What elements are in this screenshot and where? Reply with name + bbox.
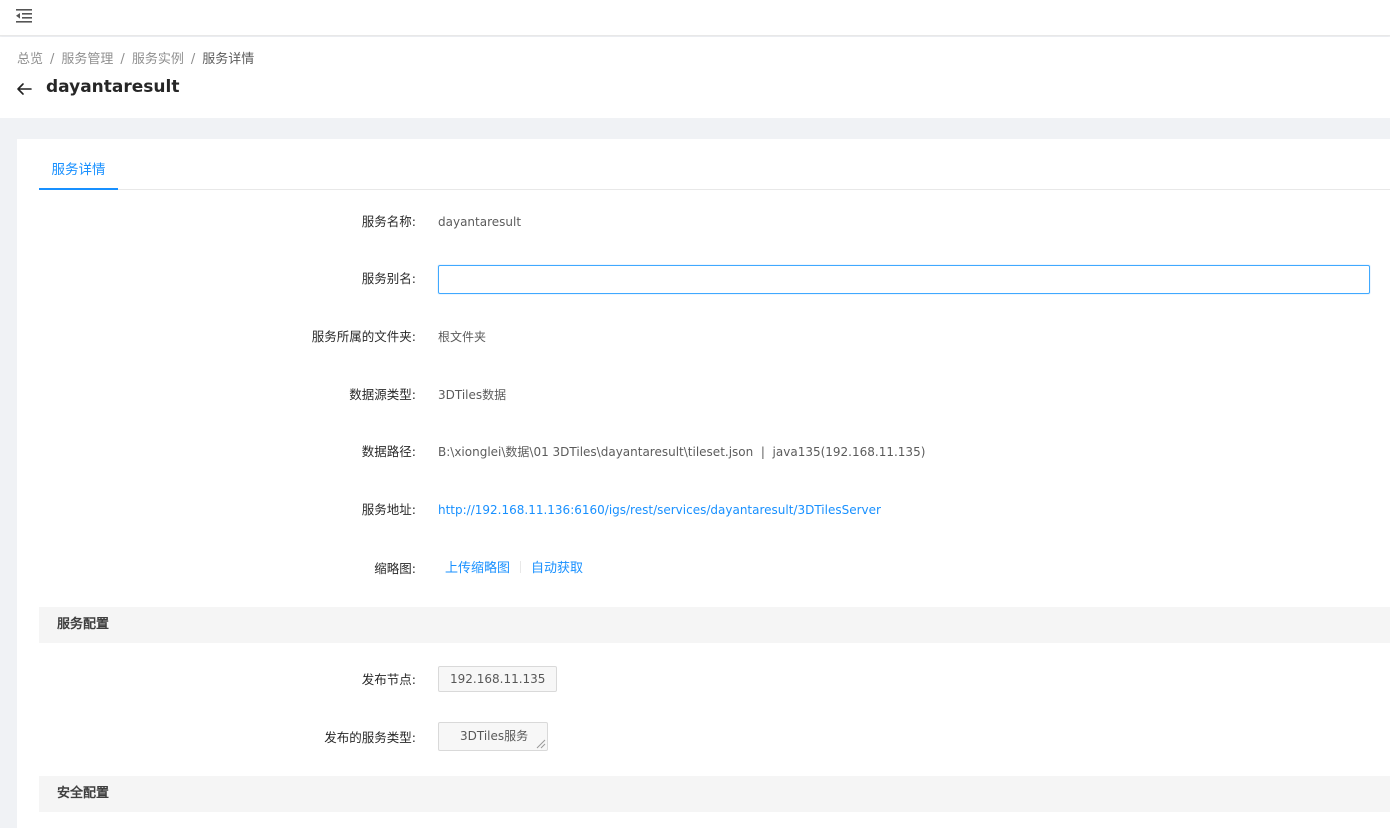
breadcrumb-separator: /	[50, 52, 55, 67]
folder-row: 服务所属的文件夹: 根文件夹	[39, 321, 1390, 353]
resize-handle-icon[interactable]	[534, 737, 546, 749]
service-name-value: dayantaresult	[438, 215, 522, 229]
publish-node-label: 发布节点:	[361, 672, 416, 687]
publish-node-row: 发布节点: 192.168.11.135	[39, 664, 1390, 696]
data-path-label: 数据路径:	[361, 444, 416, 459]
breadcrumb-separator: /	[120, 52, 125, 67]
auto-fetch-thumbnail-link[interactable]: 自动获取	[531, 561, 583, 576]
upload-thumbnail-link[interactable]: 上传缩略图	[445, 561, 510, 576]
page-title: dayantaresult	[46, 77, 180, 97]
datasource-type-row: 数据源类型: 3DTiles数据	[39, 379, 1390, 411]
tabs-bar: 服务详情	[39, 151, 1390, 190]
breadcrumb-item-service-instances[interactable]: 服务实例	[132, 52, 184, 67]
service-type-value: 3DTiles服务	[460, 729, 529, 743]
action-divider	[520, 561, 522, 573]
service-alias-label: 服务别名:	[361, 271, 416, 286]
publish-node-value: 192.168.11.135	[438, 666, 558, 692]
service-config-header: 服务配置	[39, 607, 1390, 643]
service-name-label: 服务名称:	[361, 214, 416, 229]
thumbnail-label: 缩略图:	[374, 561, 416, 576]
breadcrumb-separator: /	[190, 52, 196, 67]
service-type-label: 发布的服务类型:	[324, 730, 416, 745]
breadcrumb-item-service-management[interactable]: 服务管理	[61, 52, 113, 67]
service-url-label: 服务地址:	[361, 502, 416, 517]
thumbnail-row: 缩略图: 上传缩略图 自动获取	[39, 553, 1390, 585]
service-alias-input[interactable]	[438, 265, 1370, 294]
service-alias-row: 服务别名:	[39, 263, 1390, 295]
service-type-row: 发布的服务类型: 3DTiles服务	[39, 722, 1390, 754]
page-header: 总览 / 服务管理 / 服务实例 / 服务详情 dayantaresult	[0, 37, 1390, 118]
data-path-value: B:\xionglei\数据\01 3DTiles\dayantaresult\…	[438, 445, 926, 459]
detail-card: 服务详情 服务名称: dayantaresult 服务别名: 服务所属的文件夹:…	[17, 139, 1390, 828]
menu-fold-icon[interactable]	[15, 8, 33, 24]
arrow-left-icon[interactable]	[16, 81, 32, 97]
data-path-row: 数据路径: B:\xionglei\数据\01 3DTiles\dayantar…	[39, 436, 1390, 468]
service-url-row: 服务地址: http://192.168.11.136:6160/igs/res…	[39, 494, 1390, 526]
service-url-link[interactable]: http://192.168.11.136:6160/igs/rest/serv…	[438, 494, 881, 526]
security-config-header: 安全配置	[39, 776, 1390, 812]
datasource-type-value: 3DTiles数据	[438, 388, 507, 402]
folder-label: 服务所属的文件夹:	[311, 329, 416, 344]
thumbnail-actions: 上传缩略图 自动获取	[445, 553, 583, 585]
folder-value: 根文件夹	[438, 330, 487, 344]
top-bar	[0, 0, 1390, 36]
datasource-type-label: 数据源类型:	[349, 387, 416, 402]
breadcrumb-item-service-detail: 服务详情	[202, 52, 255, 67]
service-name-row: 服务名称: dayantaresult	[39, 206, 1390, 238]
breadcrumb-item-overview[interactable]: 总览	[17, 52, 43, 67]
service-type-textarea[interactable]: 3DTiles服务	[438, 722, 548, 751]
breadcrumb: 总览 / 服务管理 / 服务实例 / 服务详情	[17, 48, 254, 67]
tab-service-detail[interactable]: 服务详情	[39, 151, 118, 190]
